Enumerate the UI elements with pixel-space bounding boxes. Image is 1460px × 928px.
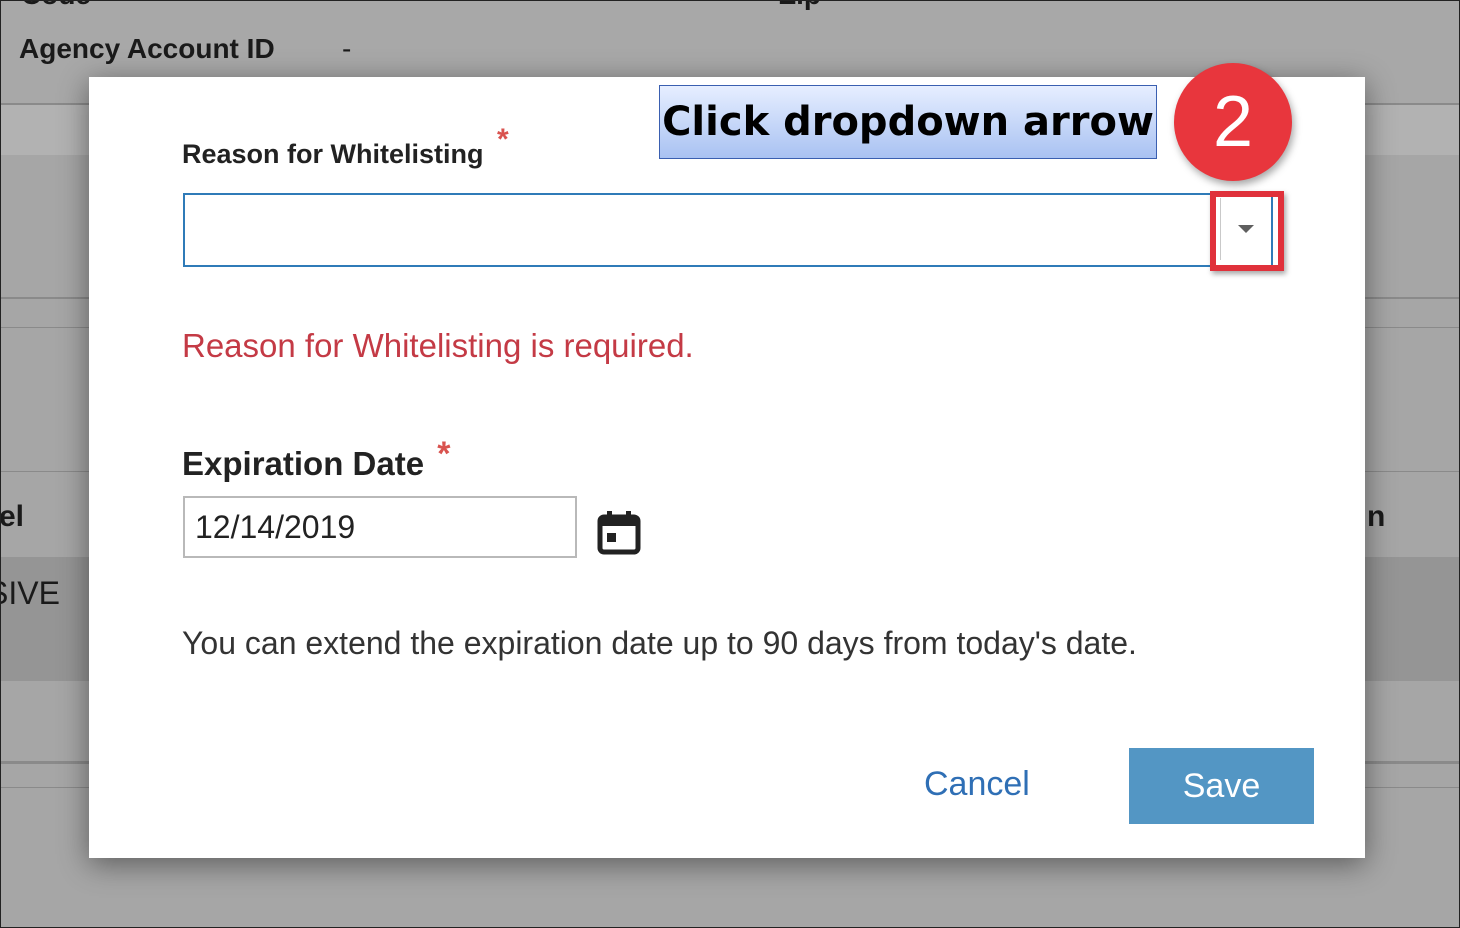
step-number-badge: 2 [1174, 63, 1292, 181]
background-code-label: Code [21, 1, 91, 11]
expiration-help-text: You can extend the expiration date up to… [182, 625, 1137, 661]
agency-account-id-label: Agency Account ID [19, 33, 275, 64]
reason-select[interactable] [183, 193, 1273, 267]
required-asterisk: * [437, 435, 451, 473]
background-status-text: SIVE [1, 575, 60, 611]
reason-label-text: Reason for Whitelisting [182, 139, 484, 169]
reason-dropdown-arrow[interactable] [1220, 198, 1271, 260]
reason-error-message: Reason for Whitelisting is required. [182, 327, 694, 364]
chevron-down-icon [1238, 225, 1254, 233]
expiration-field-label: Expiration Date * [182, 435, 450, 484]
save-button[interactable]: Save [1129, 748, 1314, 824]
background-column-label: n [1367, 500, 1386, 533]
required-asterisk: * [497, 123, 509, 156]
expiration-label-text: Expiration Date [182, 445, 425, 482]
background-column-label: el [0, 500, 25, 533]
screenshot-frame: Code Zip Agency Account ID - el SIVE n R… [0, 0, 1460, 928]
background-zip-label: Zip [779, 1, 821, 11]
whitelist-modal: Reason for Whitelisting * Reason for Whi… [89, 77, 1365, 858]
reason-field-label: Reason for Whitelisting * [182, 123, 509, 171]
instruction-callout: Click dropdown arrow [659, 85, 1157, 159]
cancel-button[interactable]: Cancel [924, 765, 1030, 804]
agency-account-id-value: - [342, 33, 352, 64]
calendar-icon[interactable] [597, 509, 641, 555]
expiration-date-input[interactable] [183, 496, 577, 558]
